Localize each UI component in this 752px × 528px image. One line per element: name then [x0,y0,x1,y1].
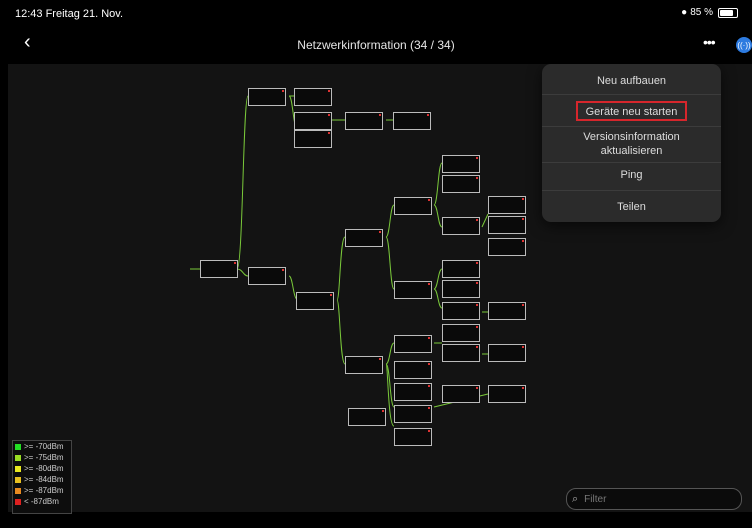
page-title: Netzwerkinformation (34 / 34) [297,38,455,52]
menu-item-label: Versionsinformation aktualisieren [583,131,680,157]
filter-bar[interactable]: ⌕ [566,488,742,510]
network-node[interactable] [394,361,432,379]
wifi-icon: ● [681,7,688,18]
network-node[interactable] [394,428,432,446]
legend-label: >= -70dBm [24,442,64,451]
legend-entry: >= -75dBm [13,452,71,463]
legend-label: < -87dBm [24,497,59,506]
status-bar: 12:43 Freitag 21. Nov. ● 85 % [0,0,752,26]
search-icon: ⌕ [572,492,579,505]
menu-item-rebuild[interactable]: Neu aufbauen [542,74,721,88]
menu-divider [542,126,721,127]
network-node[interactable] [294,130,332,148]
legend-swatch [15,454,21,461]
legend-swatch [15,443,21,450]
network-node[interactable] [296,292,334,310]
legend-entry: >= -80dBm [13,463,71,474]
network-node[interactable] [488,196,526,214]
network-node[interactable] [294,112,332,130]
network-node[interactable] [442,385,480,403]
legend-label: >= -84dBm [24,475,64,484]
legend-entry: >= -84dBm [13,474,71,485]
legend-swatch [15,476,21,483]
menu-item-update-version-info[interactable]: Versionsinformation aktualisieren [542,130,721,158]
legend-entry: >= -87dBm [13,485,71,496]
network-node[interactable] [442,260,480,278]
legend-swatch [15,498,21,505]
network-node[interactable] [442,217,480,235]
battery-icon [718,7,738,18]
network-node[interactable] [200,260,238,278]
network-node[interactable] [345,112,383,130]
menu-item-restart-devices[interactable]: Geräte neu starten [542,105,721,119]
network-node[interactable] [442,175,480,193]
network-node[interactable] [394,281,432,299]
network-node[interactable] [488,216,526,234]
network-node[interactable] [488,302,526,320]
network-node[interactable] [394,335,432,353]
signal-legend: >= -70dBm >= -75dBm >= -80dBm >= -84dBm >= -… [12,440,72,514]
menu-divider [542,94,721,95]
legend-entry: < -87dBm [13,496,71,507]
network-node[interactable] [488,385,526,403]
network-node[interactable] [394,383,432,401]
menu-divider [542,190,721,191]
network-node[interactable] [345,229,383,247]
network-node[interactable] [442,155,480,173]
network-node[interactable] [442,302,480,320]
network-node[interactable] [442,324,480,342]
navigation-bar: ‹ Netzwerkinformation (34 / 34) ••• ((·)… [0,26,752,64]
legend-swatch [15,487,21,494]
legend-label: >= -87dBm [24,486,64,495]
network-node[interactable] [442,344,480,362]
network-node[interactable] [442,280,480,298]
menu-divider [542,162,721,163]
network-node[interactable] [248,267,286,285]
options-menu: Neu aufbauen Geräte neu starten Versions… [542,64,721,222]
status-icons: ● 85 % [681,7,738,18]
network-node[interactable] [348,408,386,426]
legend-label: >= -80dBm [24,464,64,473]
network-node[interactable] [394,197,432,215]
menu-item-share[interactable]: Teilen [542,200,721,214]
legend-swatch [15,465,21,472]
network-node[interactable] [394,405,432,423]
legend-label: >= -75dBm [24,453,64,462]
legend-entry: >= -70dBm [13,441,71,452]
signal-icon[interactable]: ((·)) [736,37,752,53]
filter-input[interactable] [582,492,727,506]
more-options-icon[interactable]: ••• [703,34,716,50]
battery-percent: 85 % [690,7,713,18]
menu-item-ping[interactable]: Ping [542,168,721,182]
network-node[interactable] [294,88,332,106]
network-node[interactable] [393,112,431,130]
time-date: 12:43 Freitag 21. Nov. [15,8,124,20]
network-node[interactable] [248,88,286,106]
network-node[interactable] [488,344,526,362]
network-node[interactable] [345,356,383,374]
network-node[interactable] [488,238,526,256]
